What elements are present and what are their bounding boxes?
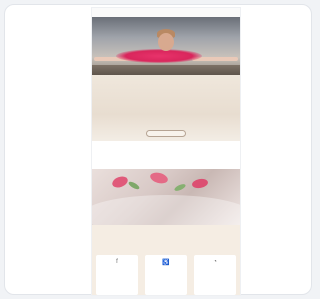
tutu-leaf-decoration [173, 182, 187, 193]
features-section: f ♿ ◔ [92, 225, 240, 295]
gauge-icon: ◔ [213, 259, 217, 265]
feature-card[interactable]: f [96, 255, 138, 295]
tulle-layer [92, 195, 240, 225]
website-preview[interactable]: f ♿ ◔ [92, 8, 240, 295]
stat-item [113, 147, 135, 165]
stat-item [197, 147, 219, 165]
stats-row [92, 147, 240, 165]
intro-section [92, 75, 240, 141]
accessibility-icon: ♿ [162, 260, 170, 266]
intro-button[interactable] [146, 130, 186, 137]
pink-tutu [116, 49, 202, 63]
top-navigation [92, 8, 240, 17]
tutu-flower-decoration [149, 170, 169, 186]
facebook-icon: f [116, 259, 118, 265]
tutu-flower-decoration [110, 174, 130, 190]
ballerina-face [158, 33, 174, 51]
stat-item [155, 147, 177, 165]
stage-floor [92, 65, 240, 75]
tutu-flower-decoration [191, 177, 209, 190]
tutu-closeup-image [92, 169, 240, 225]
tutu-leaf-decoration [127, 180, 141, 191]
feature-card[interactable]: ♿ [145, 255, 187, 295]
feature-card[interactable]: ◔ [194, 255, 236, 295]
hero-image-ballerina [92, 17, 240, 75]
